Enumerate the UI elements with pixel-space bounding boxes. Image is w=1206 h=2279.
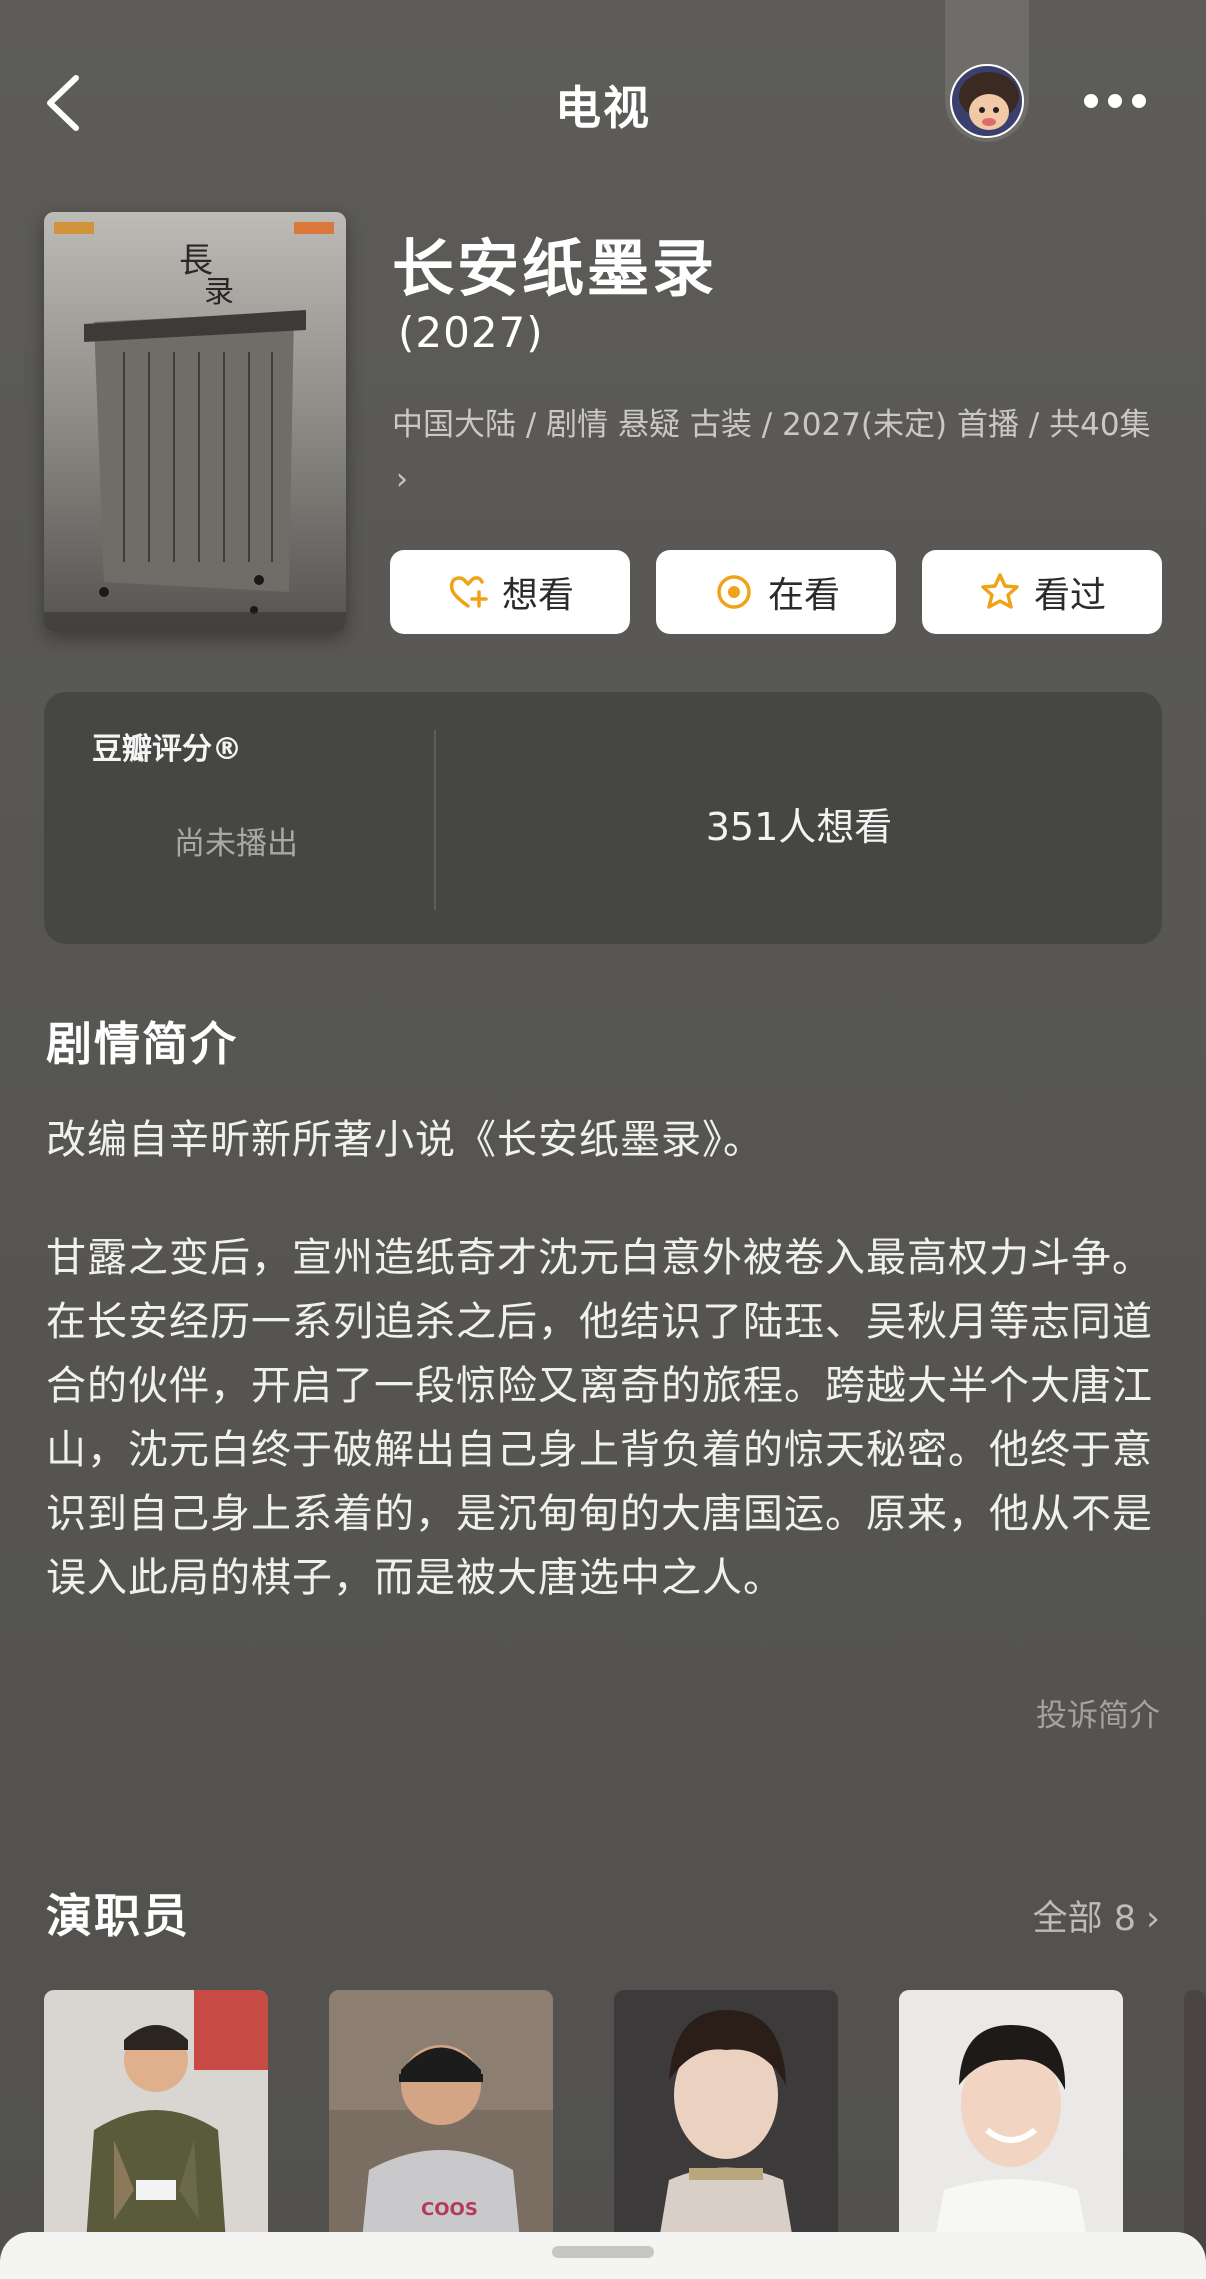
synopsis-paragraph: 改编自辛昕新所著小说《长安纸墨录》。 — [46, 1117, 764, 1163]
cast-photo — [614, 1990, 838, 2270]
cast-heading: 演职员 — [46, 1889, 190, 1943]
synopsis-heading: 剧情简介 — [46, 1017, 238, 1071]
show-meta-text: 中国大陆 / 剧情 悬疑 古装 / 2027(未定) 首播 / 共40集 — [392, 407, 1151, 443]
action-buttons: 想看 在看 看过 — [390, 550, 1162, 634]
cast-all-link[interactable]: 全部 8 › — [1033, 1890, 1160, 1941]
want-count: 351人想看 — [705, 805, 893, 849]
cast-photo: COOS — [329, 1990, 553, 2270]
want-to-watch-label: 想看 — [501, 575, 574, 616]
more-dot-icon — [1108, 94, 1122, 108]
cast-photo — [899, 1990, 1123, 2270]
avatar[interactable] — [950, 64, 1024, 138]
cast-card[interactable]: COOS — [329, 1990, 553, 2270]
show-year: (2027) — [398, 308, 544, 357]
star-icon — [978, 570, 1022, 614]
rating-brand: 豆瓣评分® — [92, 732, 242, 767]
cast-card[interactable] — [899, 1990, 1123, 2270]
want-to-watch-button[interactable]: 想看 — [390, 550, 630, 634]
chevron-right-icon: › — [396, 462, 408, 497]
poster-art: 長 录 — [44, 212, 346, 632]
drag-handle[interactable] — [552, 2246, 654, 2258]
synopsis-paragraph: 甘露之变后，宣州造纸奇才沈元白意外被卷入最高权力斗争。在长安经历一系列追杀之后，… — [46, 1235, 1153, 1601]
top-bar: 电视 — [0, 0, 1206, 200]
more-button[interactable] — [1080, 86, 1150, 116]
show-title: 长安纸墨录 — [392, 232, 718, 305]
chevron-right-icon: › — [1146, 1899, 1160, 1939]
target-circle-icon — [712, 570, 756, 614]
rating-card[interactable]: 豆瓣评分® 尚未播出 351人想看 — [44, 692, 1162, 944]
watched-label: 看过 — [1033, 575, 1106, 616]
cast-card[interactable] — [614, 1990, 838, 2270]
rating-status: 尚未播出 — [174, 826, 298, 862]
show-meta[interactable]: 中国大陆 / 剧情 悬疑 古装 / 2027(未定) 首播 / 共40集 › — [392, 398, 1162, 507]
watched-button[interactable]: 看过 — [922, 550, 1162, 634]
cast-all-label: 全部 8 — [1032, 1899, 1136, 1939]
cast-card[interactable] — [44, 1990, 268, 2270]
svg-text:录: 录 — [204, 275, 234, 310]
poster-image[interactable]: 長 录 — [44, 212, 346, 632]
watching-label: 在看 — [767, 575, 840, 616]
cast-photo — [44, 1990, 268, 2270]
more-dot-icon — [1132, 94, 1146, 108]
more-dot-icon — [1084, 94, 1098, 108]
bottom-sheet[interactable] — [0, 2232, 1206, 2279]
watching-button[interactable]: 在看 — [656, 550, 896, 634]
page: 电视 長 录 长安纸墨录 (2027) 中国大陆 / 剧情 悬疑 古装 / 20… — [0, 0, 1206, 2279]
cast-photo — [1184, 1990, 1206, 2270]
report-synopsis-link[interactable]: 投诉简介 — [1036, 1690, 1160, 1735]
cast-card[interactable] — [1184, 1990, 1206, 2270]
svg-text:COOS: COOS — [421, 2199, 478, 2220]
heart-plus-icon — [446, 570, 490, 614]
